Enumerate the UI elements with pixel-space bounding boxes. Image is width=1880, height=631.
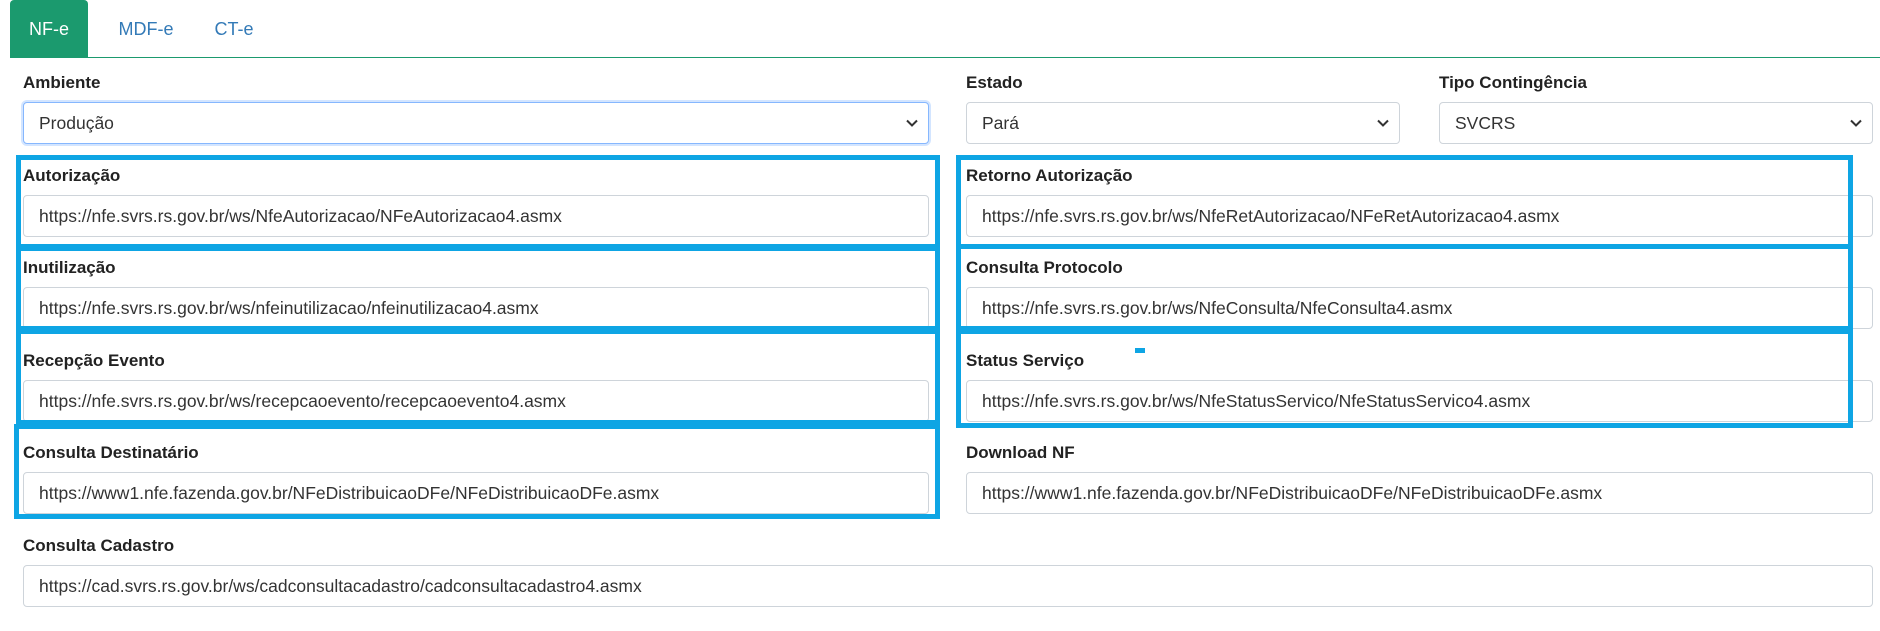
chevron-down-icon — [1377, 119, 1389, 127]
inutilizacao-label: Inutilização — [23, 258, 116, 277]
tab-mdfe[interactable]: MDF-e — [96, 0, 196, 58]
download-nf-label: Download NF — [966, 443, 1075, 462]
consulta-destinatario-label: Consulta Destinatário — [23, 443, 199, 462]
autorizacao-input[interactable]: https://nfe.svrs.rs.gov.br/ws/NfeAutoriz… — [23, 195, 929, 237]
service-tabs: NF-e MDF-e CT-e — [10, 0, 1880, 58]
retorno-autorizacao-label: Retorno Autorização — [966, 166, 1133, 185]
consulta-cadastro-input[interactable]: https://cad.svrs.rs.gov.br/ws/cadconsult… — [23, 565, 1873, 607]
download-nf-input[interactable]: https://www1.nfe.fazenda.gov.br/NFeDistr… — [966, 472, 1873, 514]
consulta-cadastro-label: Consulta Cadastro — [23, 536, 175, 555]
ambiente-label: Ambiente — [23, 73, 101, 92]
retorno-autorizacao-input[interactable]: https://nfe.svrs.rs.gov.br/ws/NfeRetAuto… — [966, 195, 1873, 237]
consulta-protocolo-label: Consulta Protocolo — [966, 258, 1123, 277]
autorizacao-label: Autorização — [23, 166, 121, 185]
tab-cte[interactable]: CT-e — [198, 0, 270, 58]
status-servico-label: Status Serviço — [966, 351, 1085, 370]
ambiente-select[interactable]: Produção — [23, 102, 929, 144]
chevron-down-icon — [1850, 119, 1862, 127]
consulta-destinatario-input[interactable]: https://www1.nfe.fazenda.gov.br/NFeDistr… — [23, 472, 929, 514]
annotation-mark — [1135, 348, 1145, 353]
recepcao-evento-label: Recepção Evento — [23, 351, 165, 370]
consulta-protocolo-input[interactable]: https://nfe.svrs.rs.gov.br/ws/NfeConsult… — [966, 287, 1873, 329]
tipo-contingencia-label: Tipo Contingência — [1439, 73, 1587, 92]
chevron-down-icon — [906, 119, 918, 127]
estado-value: Pará — [982, 113, 1019, 133]
estado-select[interactable]: Pará — [966, 102, 1400, 144]
inutilizacao-input[interactable]: https://nfe.svrs.rs.gov.br/ws/nfeinutili… — [23, 287, 929, 329]
tab-nfe[interactable]: NF-e — [10, 0, 88, 58]
estado-label: Estado — [966, 73, 1023, 92]
status-servico-input[interactable]: https://nfe.svrs.rs.gov.br/ws/NfeStatusS… — [966, 380, 1873, 422]
tipo-contingencia-value: SVCRS — [1455, 113, 1516, 133]
tipo-contingencia-select[interactable]: SVCRS — [1439, 102, 1873, 144]
recepcao-evento-input[interactable]: https://nfe.svrs.rs.gov.br/ws/recepcaoev… — [23, 380, 929, 422]
ambiente-value: Produção — [39, 113, 114, 133]
